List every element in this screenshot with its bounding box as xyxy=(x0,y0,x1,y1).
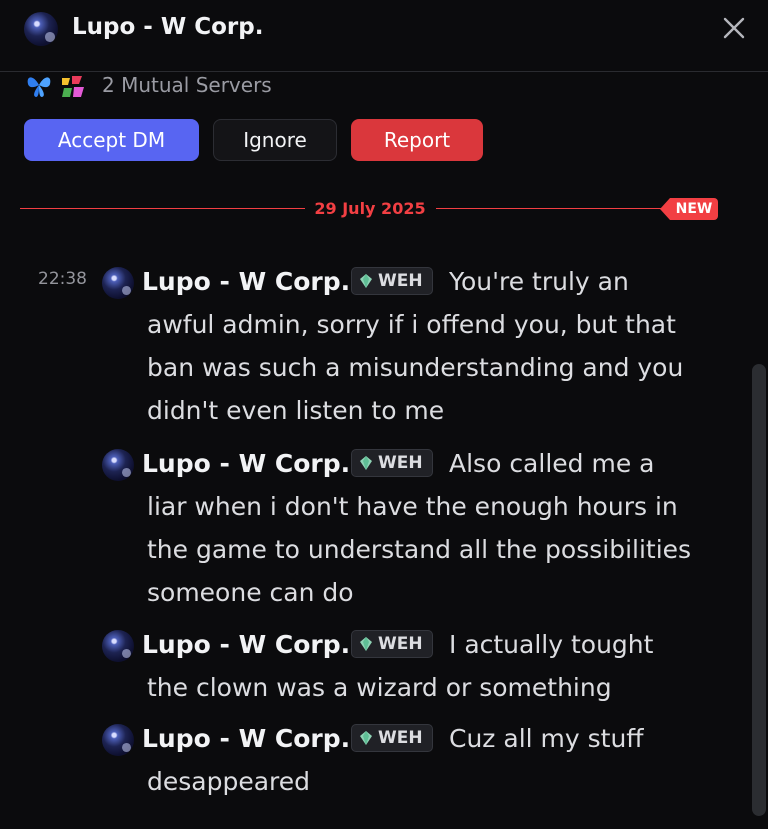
divider-line-right xyxy=(436,208,686,209)
colorful-server-icon xyxy=(58,70,88,100)
message-avatar[interactable] xyxy=(102,449,134,481)
user-avatar[interactable] xyxy=(24,12,58,46)
butterfly-server-icon xyxy=(24,70,54,100)
message-timestamp: 22:38 xyxy=(38,269,87,289)
scrollbar[interactable] xyxy=(752,364,766,816)
message-content: You're truly an awful admin, sorry if i … xyxy=(147,267,684,425)
message-content: Also called me a liar when i don't have … xyxy=(147,449,692,607)
divider-line-left xyxy=(20,208,305,209)
mutual-servers-label: 2 Mutual Servers xyxy=(102,73,272,97)
report-button[interactable]: Report xyxy=(351,119,483,161)
new-messages-divider: 29 July 2025 NEW xyxy=(20,196,720,222)
ignore-button[interactable]: Ignore xyxy=(213,119,337,161)
new-badge: NEW xyxy=(660,198,718,220)
mutual-servers-row[interactable]: 2 Mutual Servers xyxy=(24,68,272,102)
dm-header: Lupo - W Corp. xyxy=(0,0,768,72)
message-content: I actually tought the clown was a wizard… xyxy=(147,630,654,702)
close-icon[interactable] xyxy=(718,12,750,44)
message-avatar[interactable] xyxy=(102,630,134,662)
accept-dm-button[interactable]: Accept DM xyxy=(24,119,199,161)
divider-date: 29 July 2025 xyxy=(314,199,426,218)
message-request-actions: Accept DM Ignore Report xyxy=(24,119,483,161)
message-avatar[interactable] xyxy=(102,267,134,299)
header-title: Lupo - W Corp. xyxy=(72,14,264,40)
message-content: Cuz all my stuff desappeared xyxy=(147,724,644,796)
message-avatar[interactable] xyxy=(102,724,134,756)
